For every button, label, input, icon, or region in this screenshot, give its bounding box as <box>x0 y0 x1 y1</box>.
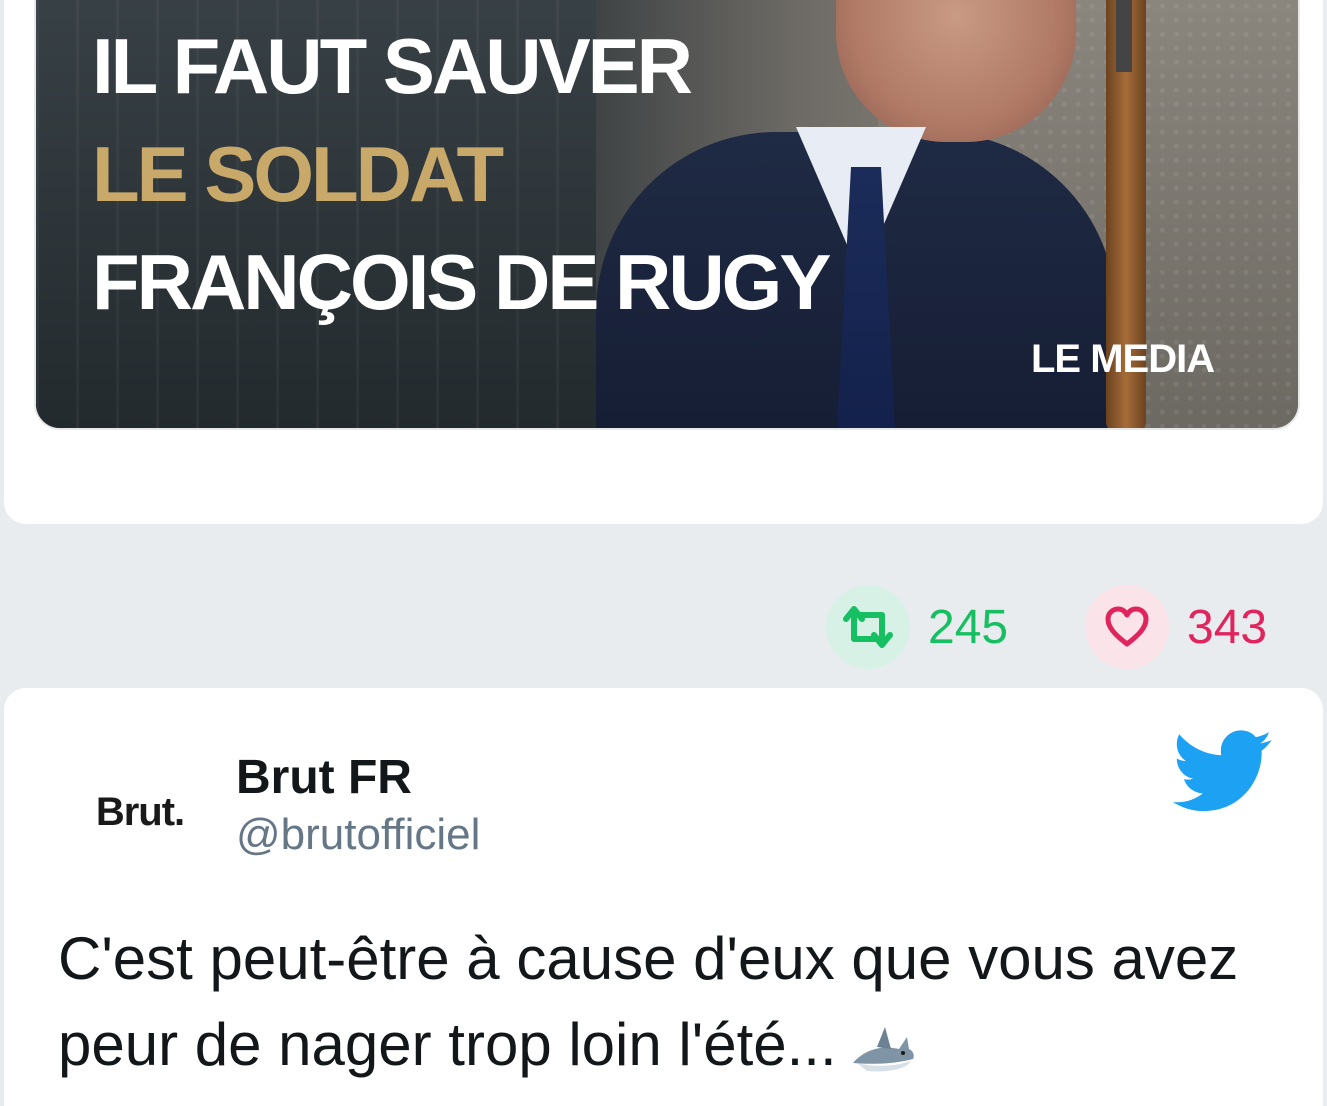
page: IL FAUT SAUVER LE SOLDAT FRANÇOIS DE RUG… <box>0 0 1327 1106</box>
avatar[interactable]: Brut. <box>78 750 202 874</box>
media-rifle-barrel <box>1116 0 1132 72</box>
media-logo: LE MEDIA <box>1031 337 1215 381</box>
previous-tweet-card: IL FAUT SAUVER LE SOLDAT FRANÇOIS DE RUG… <box>4 0 1323 524</box>
retweet-count: 245 <box>928 600 1009 654</box>
tweet-text-content: C'est peut-être à cause d'eux que vous a… <box>58 925 1239 1078</box>
tweet-card[interactable]: Brut. Brut FR @brutofficiel C'est peut-ê… <box>4 688 1323 1106</box>
like-icon-bubble[interactable] <box>1085 585 1169 669</box>
twitter-bird-icon[interactable] <box>1172 730 1274 814</box>
like-count: 343 <box>1187 600 1268 654</box>
media-headline-line2: LE SOLDAT <box>92 130 504 218</box>
heart-icon <box>1105 606 1149 647</box>
media-headline-line3: FRANÇOIS DE RUGY <box>92 238 831 326</box>
tweet-text: C'est peut-être à cause d'eux que vous a… <box>58 916 1278 1088</box>
retweet-icon-bubble[interactable] <box>826 585 910 669</box>
tweet-media-image[interactable]: IL FAUT SAUVER LE SOLDAT FRANÇOIS DE RUG… <box>34 0 1300 430</box>
shark-icon <box>852 1027 914 1072</box>
retweet-button[interactable]: 245 <box>826 585 1008 669</box>
media-headline: IL FAUT SAUVER LE SOLDAT FRANÇOIS DE RUG… <box>92 12 831 336</box>
retweet-icon <box>843 606 893 648</box>
tweet-actions: 245 343 <box>0 585 1327 669</box>
like-button[interactable]: 343 <box>1085 585 1267 669</box>
author-handle[interactable]: @brutofficiel <box>236 810 480 860</box>
author-display-name[interactable]: Brut FR <box>236 750 412 805</box>
media-headline-line1: IL FAUT SAUVER <box>92 22 693 110</box>
